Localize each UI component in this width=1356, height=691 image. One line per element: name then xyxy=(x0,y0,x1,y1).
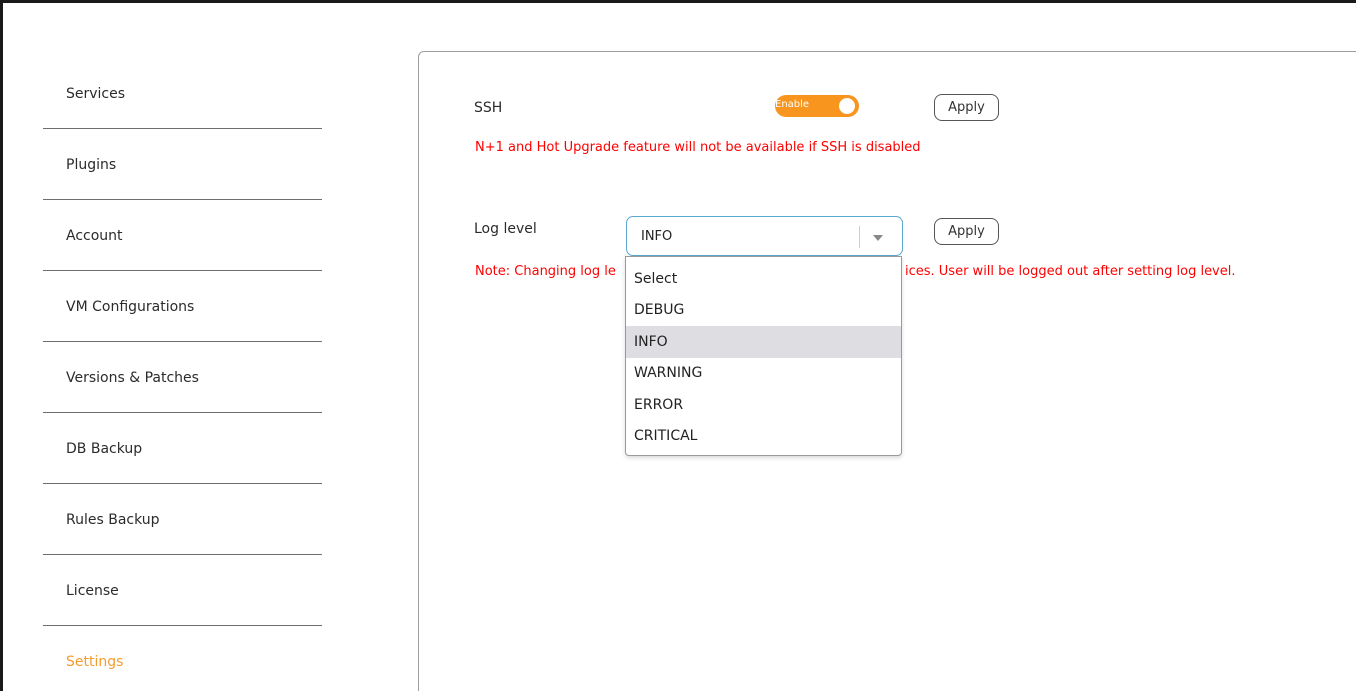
ssh-toggle[interactable]: Enable xyxy=(775,95,859,117)
sidebar-item-label: DB Backup xyxy=(66,441,143,457)
sidebar-item-rules-backup[interactable]: Rules Backup xyxy=(43,484,322,555)
dropdown-option-debug[interactable]: DEBUG xyxy=(626,295,901,327)
ssh-label: SSH xyxy=(474,100,503,116)
sidebar-item-versions-patches[interactable]: Versions & Patches xyxy=(43,342,322,413)
dropdown-option-error[interactable]: ERROR xyxy=(626,389,901,421)
toggle-knob xyxy=(837,96,857,116)
sidebar-item-plugins[interactable]: Plugins xyxy=(43,129,322,200)
sidebar-item-account[interactable]: Account xyxy=(43,200,322,271)
sidebar-item-vm-configurations[interactable]: VM Configurations xyxy=(43,271,322,342)
sidebar-item-label: Services xyxy=(66,86,126,102)
sidebar-item-settings[interactable]: Settings xyxy=(43,626,322,691)
sidebar-item-db-backup[interactable]: DB Backup xyxy=(43,413,322,484)
sidebar: Services Plugins Account VM Configuratio… xyxy=(43,58,322,691)
sidebar-item-label: License xyxy=(66,583,119,599)
sidebar-item-label: Rules Backup xyxy=(66,512,160,528)
dropdown-option-critical[interactable]: CRITICAL xyxy=(626,421,901,453)
sidebar-item-services[interactable]: Services xyxy=(43,58,322,129)
sidebar-item-label: Account xyxy=(66,228,123,244)
log-level-select[interactable]: INFO xyxy=(626,216,903,256)
log-level-note-right: ices. User will be logged out after sett… xyxy=(905,264,1236,279)
sidebar-item-label: VM Configurations xyxy=(66,299,195,315)
sidebar-item-label: Versions & Patches xyxy=(66,370,199,386)
chevron-down-icon[interactable] xyxy=(873,235,883,241)
dropdown-option-select[interactable]: Select xyxy=(626,263,901,295)
sidebar-item-label: Settings xyxy=(66,654,124,670)
sidebar-item-label: Plugins xyxy=(66,157,117,173)
log-level-label: Log level xyxy=(474,221,537,237)
log-level-apply-button[interactable]: Apply xyxy=(934,218,999,245)
ssh-warning: N+1 and Hot Upgrade feature will not be … xyxy=(475,140,921,155)
log-level-note-left: Note: Changing log le xyxy=(475,264,616,279)
log-level-dropdown: Select DEBUG INFO WARNING ERROR CRITICAL xyxy=(625,256,902,456)
ssh-apply-button[interactable]: Apply xyxy=(934,94,999,121)
select-divider xyxy=(859,226,860,248)
sidebar-item-license[interactable]: License xyxy=(43,555,322,626)
toggle-label: Enable xyxy=(775,99,810,110)
log-level-selected-value: INFO xyxy=(641,229,673,244)
dropdown-option-warning[interactable]: WARNING xyxy=(626,358,901,390)
dropdown-option-info[interactable]: INFO xyxy=(626,326,901,358)
